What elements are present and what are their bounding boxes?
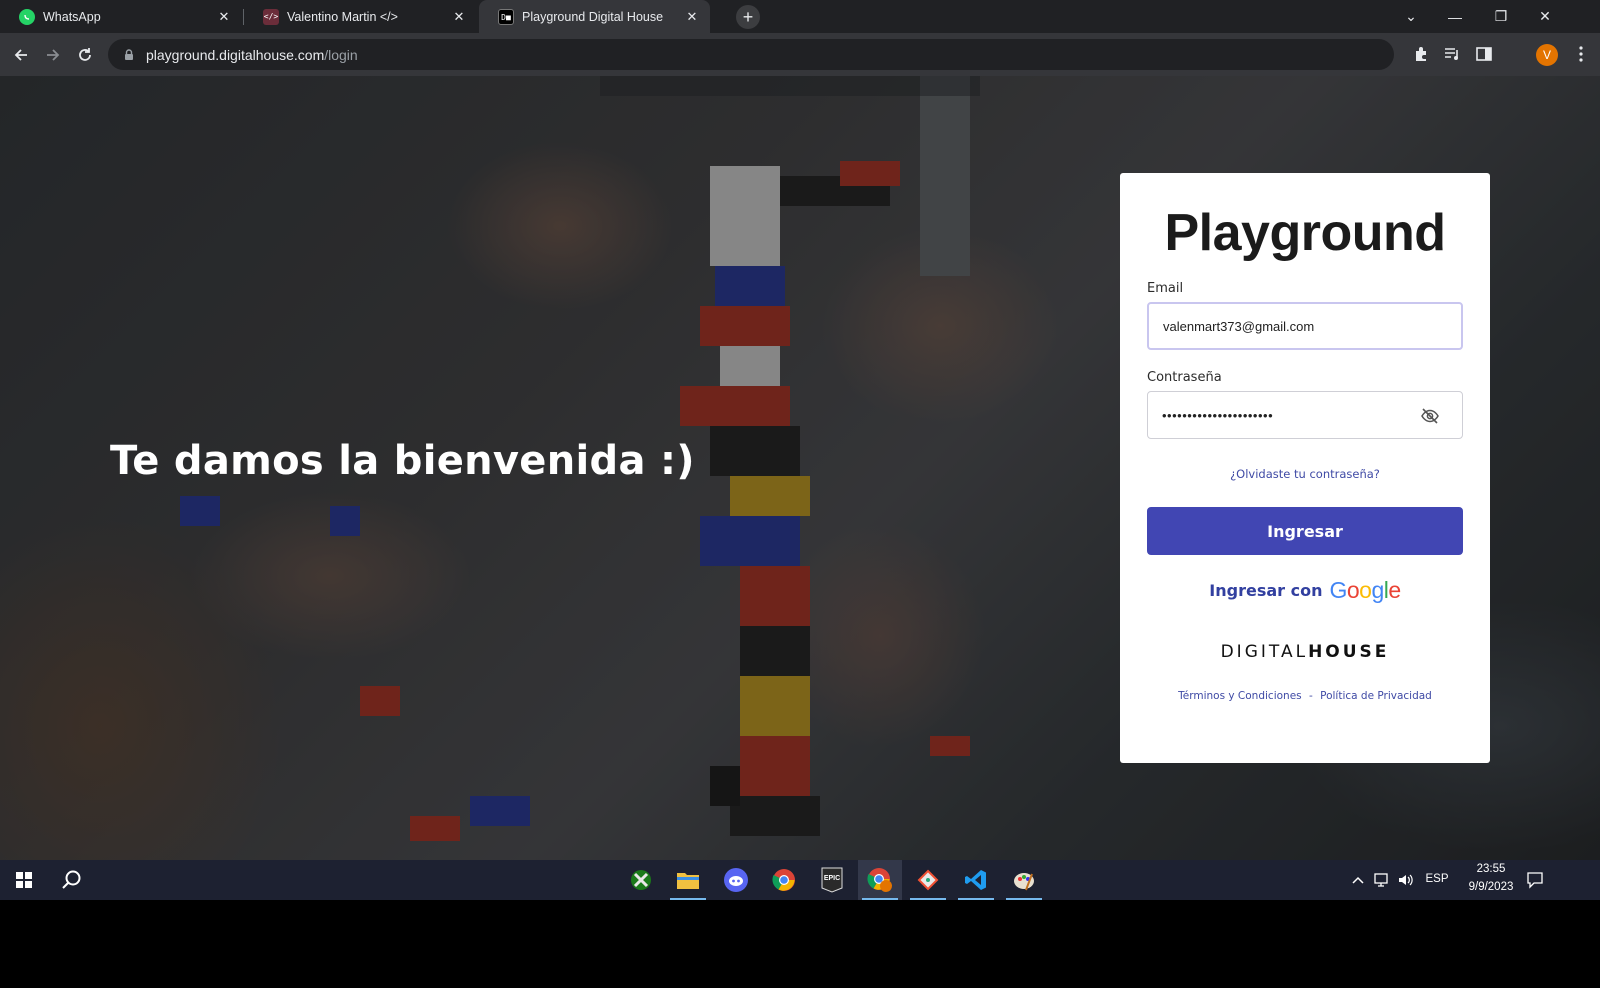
clock-time[interactable]: 23:55 <box>1456 863 1526 875</box>
volume-icon[interactable] <box>1397 872 1415 888</box>
chrome-icon[interactable] <box>762 860 806 900</box>
clock-date[interactable]: 9/9/2023 <box>1456 881 1526 893</box>
tab-title: WhatsApp <box>43 9 101 24</box>
google-logo: Google <box>1329 577 1401 604</box>
tab-title: Playground Digital House <box>522 10 664 24</box>
profile-avatar[interactable]: V <box>1536 44 1558 66</box>
forward-button[interactable] <box>39 41 67 69</box>
email-field[interactable]: valenmart373@gmail.com <box>1147 302 1463 350</box>
network-icon[interactable] <box>1374 872 1392 888</box>
chevron-up-icon[interactable] <box>1352 875 1364 885</box>
screen-bottom-bar <box>0 900 1600 988</box>
windows-taskbar: EPIC ESP 23:55 9/9/2023 <box>0 860 1600 900</box>
url-host: playground.digitalhouse.com <box>146 46 325 63</box>
search-button[interactable] <box>50 860 94 900</box>
close-icon[interactable]: ✕ <box>684 9 700 25</box>
google-login-button[interactable]: Ingresar con Google <box>1147 577 1463 604</box>
epic-games-icon[interactable]: EPIC <box>810 860 854 900</box>
address-bar[interactable]: playground.digitalhouse.com/login <box>108 39 1394 70</box>
footer-separator: - <box>1308 690 1313 702</box>
media-controls-icon[interactable] <box>1443 45 1461 63</box>
side-panel-icon[interactable] <box>1475 45 1493 63</box>
whatsapp-icon <box>19 8 35 25</box>
url-path: /login <box>324 46 358 63</box>
reload-button[interactable] <box>71 41 99 69</box>
language-indicator[interactable]: ESP <box>1422 873 1452 885</box>
logo-house: HOUSE <box>1308 642 1390 662</box>
git-icon[interactable] <box>906 860 950 900</box>
discord-icon[interactable] <box>714 860 758 900</box>
welcome-heading: Te damos la bienvenida :) <box>110 438 695 484</box>
notification-icon[interactable] <box>1526 871 1544 889</box>
chrome-profile-icon[interactable] <box>858 860 902 900</box>
file-explorer-icon[interactable] <box>666 860 710 900</box>
browser-toolbar: playground.digitalhouse.com/login V <box>0 33 1600 95</box>
email-value: valenmart373@gmail.com <box>1163 318 1315 334</box>
google-letter: o <box>1359 577 1372 603</box>
back-button[interactable] <box>7 41 35 69</box>
windows-icon <box>16 872 32 888</box>
password-label: Contraseña <box>1147 370 1222 385</box>
dh-icon: D■ <box>498 9 514 25</box>
login-card: Playground Email valenmart373@gmail.com … <box>1120 173 1490 763</box>
extensions-icon[interactable] <box>1412 45 1430 63</box>
restore-button[interactable]: ❐ <box>1478 0 1524 33</box>
google-login-label: Ingresar con <box>1209 581 1323 600</box>
logo-digital: DIGITAL <box>1220 642 1309 662</box>
svg-text:EPIC: EPIC <box>824 875 840 882</box>
tab-search-icon[interactable]: ⌄ <box>1388 0 1434 33</box>
login-button[interactable]: Ingresar <box>1147 507 1463 555</box>
tab-strip: WhatsApp ✕ </> Valentino Martin </> ✕ D■… <box>0 0 1600 34</box>
tab-whatsapp[interactable]: WhatsApp ✕ <box>0 0 242 33</box>
menu-kebab-icon[interactable] <box>1572 45 1590 63</box>
lock-icon <box>125 48 133 60</box>
digital-house-logo: DIGITALHOUSE <box>1147 642 1463 662</box>
forgot-password-link[interactable]: ¿Olvidaste tu contraseña? <box>1147 467 1463 481</box>
start-button[interactable] <box>2 860 46 900</box>
new-tab-button[interactable]: + <box>736 5 760 29</box>
paint-icon[interactable] <box>1002 860 1046 900</box>
google-letter: e <box>1388 577 1401 603</box>
close-window-button[interactable]: ✕ <box>1522 0 1568 33</box>
search-icon <box>62 870 81 889</box>
terms-link[interactable]: Términos y Condiciones <box>1178 690 1302 702</box>
login-page: Te damos la bienvenida :) Playground Ema… <box>0 76 1600 860</box>
password-value: •••••••••••••••••••••• <box>1162 407 1274 423</box>
vscode-icon[interactable] <box>954 860 998 900</box>
close-icon[interactable]: ✕ <box>451 9 467 25</box>
password-field[interactable]: •••••••••••••••••••••• <box>1147 391 1463 439</box>
code-icon: </> <box>263 8 279 25</box>
privacy-link[interactable]: Política de Privacidad <box>1320 690 1432 702</box>
google-letter: G <box>1329 577 1347 603</box>
xbox-icon[interactable] <box>619 860 663 900</box>
eye-off-icon[interactable] <box>1420 406 1440 426</box>
close-icon[interactable]: ✕ <box>216 9 232 25</box>
tab-portfolio[interactable]: </> Valentino Martin </> ✕ <box>244 0 477 33</box>
brand-title: Playground <box>1164 204 1446 262</box>
footer-links: Términos y Condiciones - Política de Pri… <box>1147 690 1463 702</box>
email-label: Email <box>1147 281 1184 296</box>
tab-title: Valentino Martin </> <box>287 9 398 24</box>
google-letter: g <box>1371 577 1384 603</box>
google-letter: o <box>1346 577 1360 603</box>
tab-playground[interactable]: D■ Playground Digital House ✕ <box>479 0 710 34</box>
minimize-button[interactable]: — <box>1432 0 1478 33</box>
